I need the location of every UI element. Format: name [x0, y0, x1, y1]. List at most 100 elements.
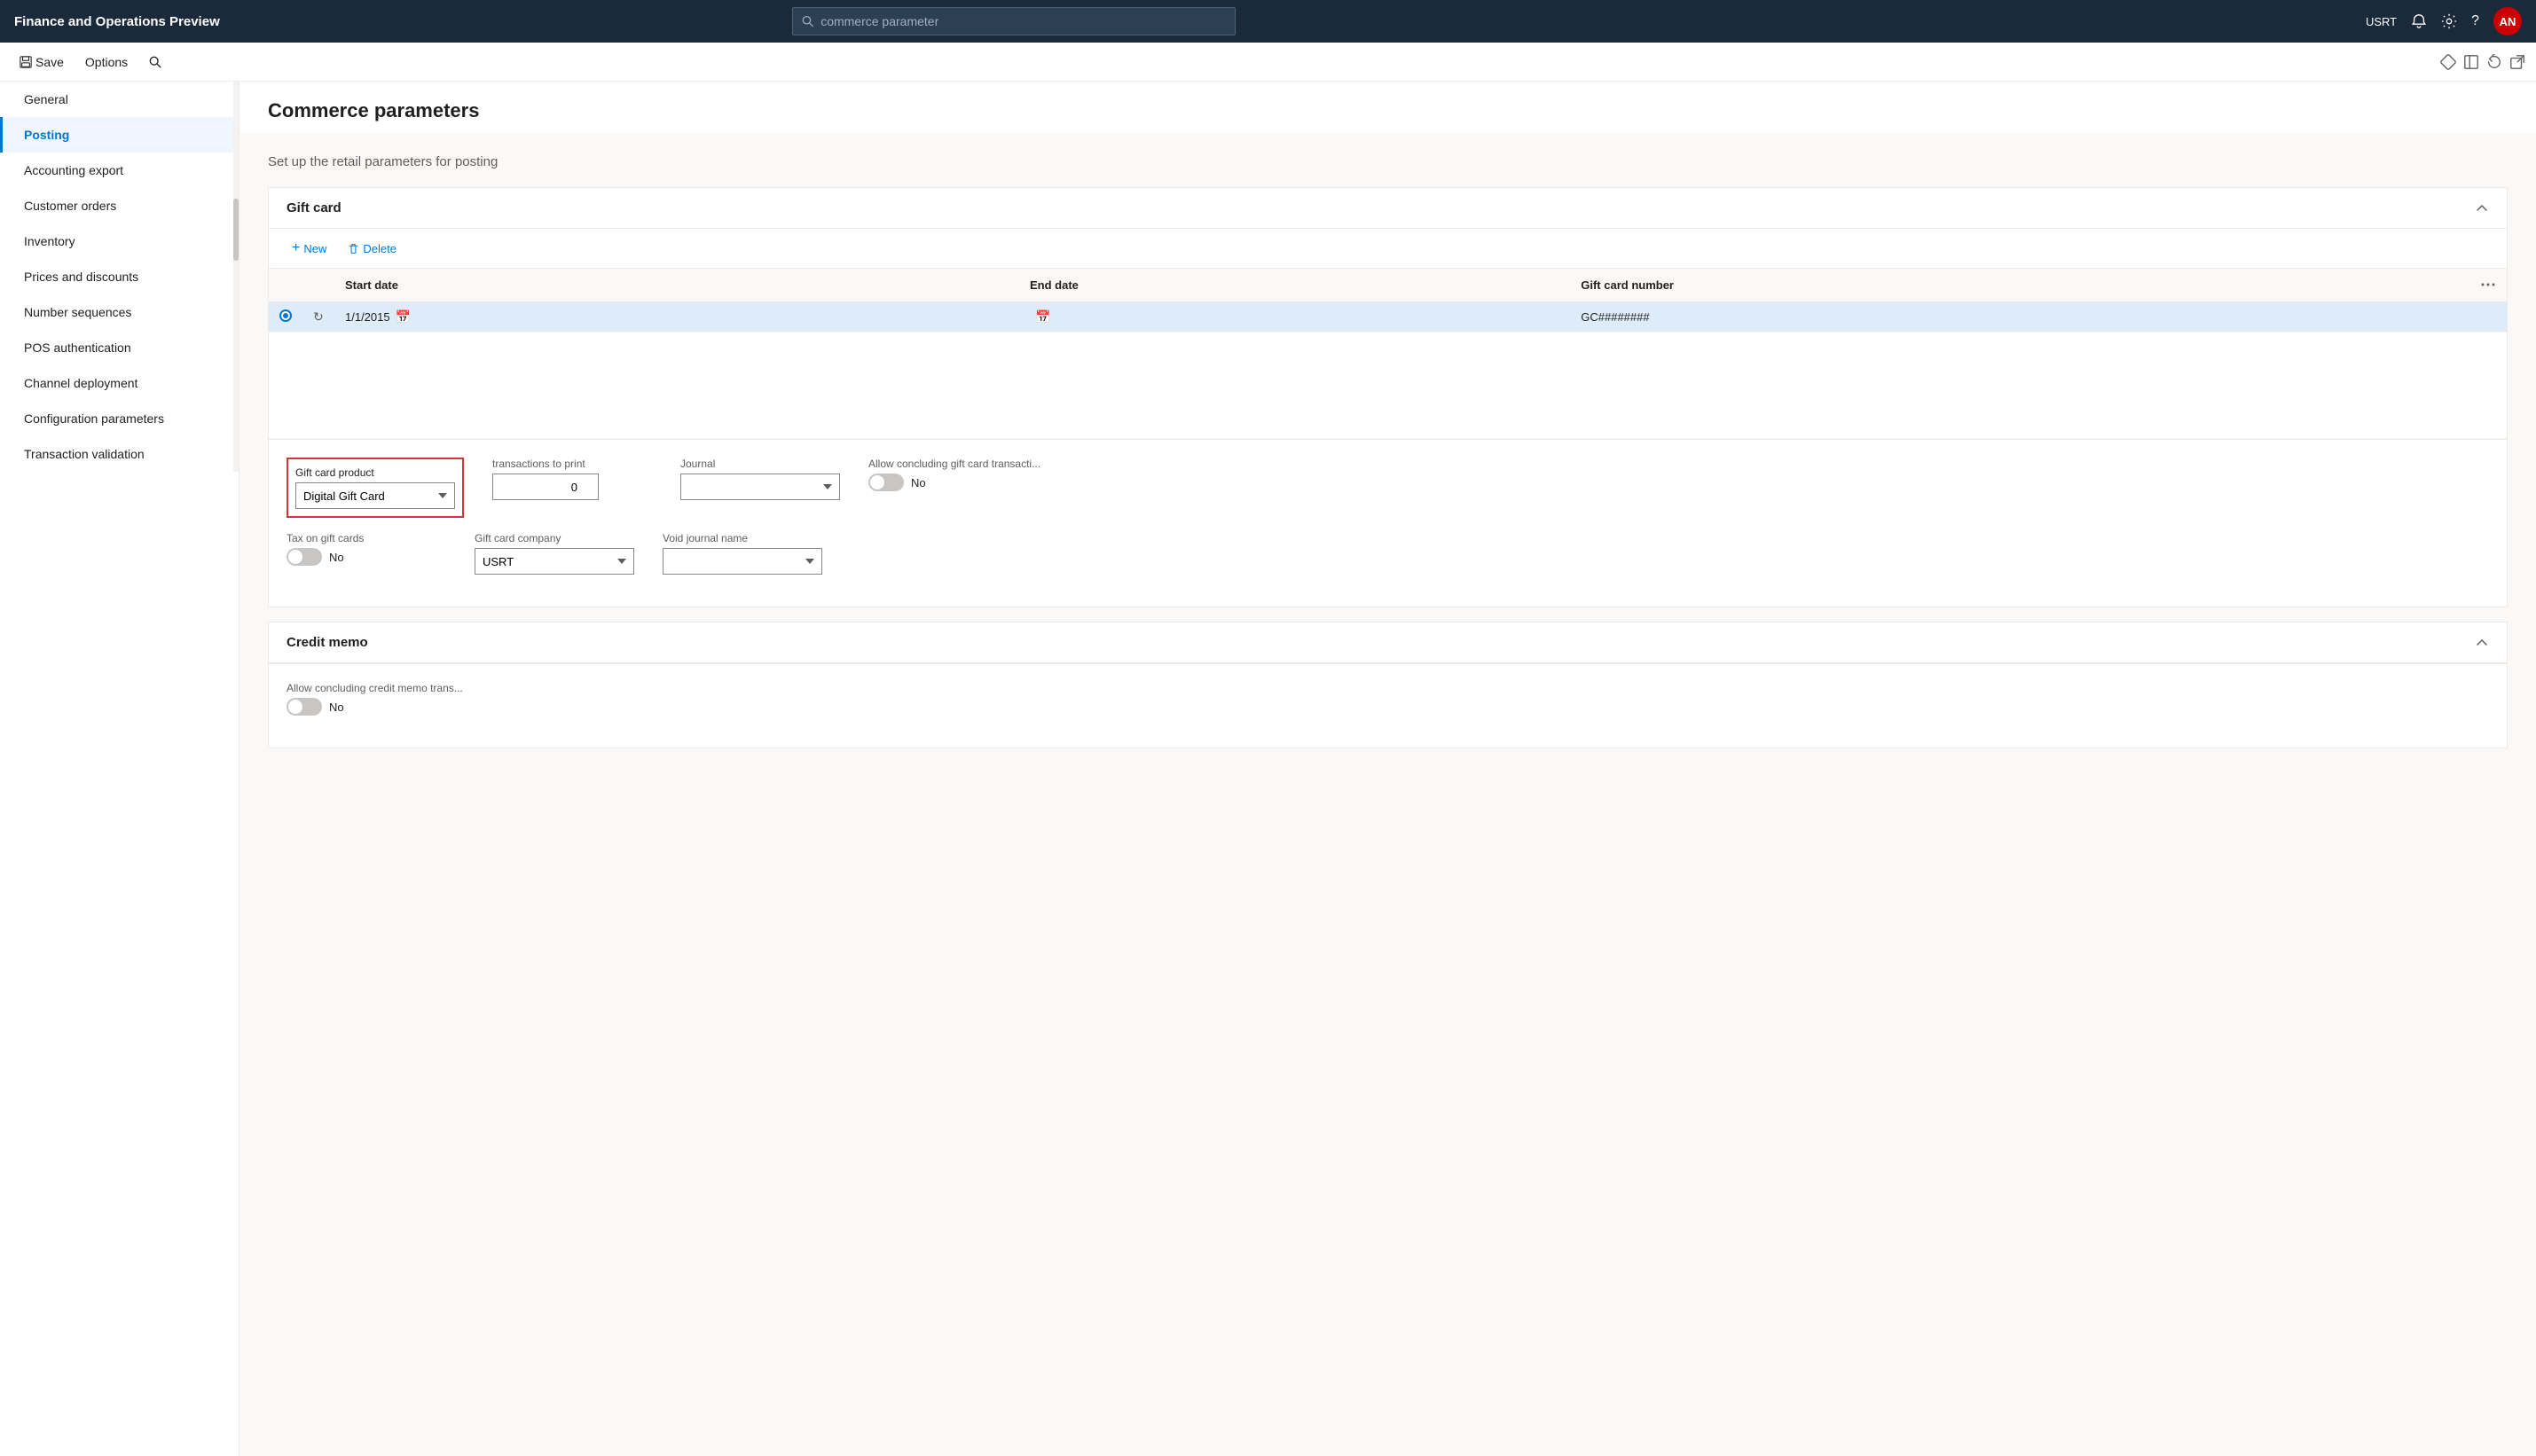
sidebar-item-transaction-validation[interactable]: Transaction validation — [0, 436, 233, 472]
save-button[interactable]: Save — [11, 50, 73, 74]
start-date-cell: 1/1/2015 📅 — [334, 302, 1019, 333]
journal-label: Journal — [680, 458, 840, 470]
row-refresh-cell: ↻ — [302, 302, 334, 333]
gift-card-company-select[interactable]: USRT — [475, 548, 634, 575]
col-start-date: Start date — [334, 269, 1019, 302]
sidebar-item-prices-and-discounts[interactable]: Prices and discounts — [0, 259, 233, 294]
transactions-to-print-group: transactions to print — [492, 458, 652, 518]
gift-card-product-label: Gift card product — [295, 466, 455, 479]
options-button[interactable]: Options — [76, 50, 137, 74]
gift-card-number-cell: GC######## — [1570, 302, 2469, 333]
sidebar-item-configuration-parameters[interactable]: Configuration parameters — [0, 401, 233, 436]
column-more-icon[interactable]: ⋯ — [2480, 276, 2496, 294]
sidebar: General Posting Accounting export Custom… — [0, 82, 239, 1456]
sidebar-scrollbar[interactable] — [233, 82, 239, 472]
gift-card-company-label: Gift card company — [475, 532, 634, 544]
save-icon — [20, 56, 32, 68]
diamond-icon[interactable] — [2440, 54, 2456, 70]
sidebar-item-general[interactable]: General — [0, 82, 233, 117]
sidebar-item-customer-orders[interactable]: Customer orders — [0, 188, 233, 223]
credit-memo-allow-concluding-group: Allow concluding credit memo trans... No — [287, 682, 463, 716]
sidebar-nav: General Posting Accounting export Custom… — [0, 82, 233, 472]
row-radio-cell — [269, 302, 302, 333]
row-refresh-icon[interactable]: ↻ — [313, 309, 324, 324]
col-select — [269, 269, 302, 302]
end-date-cell: 📅 — [1019, 302, 1570, 333]
app-title: Finance and Operations Preview — [14, 14, 220, 29]
transactions-to-print-label: transactions to print — [492, 458, 652, 470]
gift-card-form-row-1: Gift card product Digital Gift Card Phys… — [287, 458, 2489, 518]
sidebar-item-inventory[interactable]: Inventory — [0, 223, 233, 259]
end-date-calendar-icon[interactable]: 📅 — [1035, 309, 1050, 325]
allow-concluding-label: Allow concluding gift card transacti... — [868, 458, 1040, 470]
sidebar-item-channel-deployment[interactable]: Channel deployment — [0, 365, 233, 401]
empty-grid-space — [269, 333, 2507, 439]
collapse-credit-memo-icon[interactable] — [2475, 636, 2489, 650]
search-bar[interactable] — [792, 7, 1236, 35]
pane-icon[interactable] — [2463, 54, 2479, 70]
gift-card-number-value: GC######## — [1581, 310, 1649, 324]
col-gift-card-number: Gift card number — [1570, 269, 2469, 302]
gift-card-product-select[interactable]: Digital Gift Card Physical Gift Card — [295, 482, 455, 509]
tax-toggle-knob — [288, 550, 302, 564]
sidebar-item-accounting-export[interactable]: Accounting export — [0, 153, 233, 188]
sidebar-item-number-sequences[interactable]: Number sequences — [0, 294, 233, 330]
col-refresh — [302, 269, 334, 302]
settings-icon[interactable] — [2441, 13, 2457, 29]
page-title: Commerce parameters — [239, 82, 2536, 133]
options-label: Options — [85, 55, 128, 69]
gift-card-company-group: Gift card company USRT — [475, 532, 634, 575]
gift-card-grid: Start date End date Gift card number ⋯ — [269, 269, 2507, 439]
gift-card-product-group: Gift card product Digital Gift Card Phys… — [287, 458, 464, 518]
tax-toggle[interactable] — [287, 548, 322, 566]
col-more: ⋯ — [2469, 269, 2507, 302]
posting-subtitle: Set up the retail parameters for posting — [268, 154, 2508, 169]
avatar[interactable]: AN — [2493, 7, 2522, 35]
notification-icon[interactable] — [2411, 13, 2427, 29]
row-more-cell — [2469, 302, 2507, 333]
help-icon[interactable]: ? — [2471, 13, 2479, 29]
journal-select[interactable] — [680, 474, 840, 500]
delete-label: Delete — [363, 242, 396, 255]
main-content: Commerce parameters Set up the retail pa… — [239, 82, 2536, 1456]
table-row[interactable]: ↻ 1/1/2015 📅 📅 — [269, 302, 2507, 333]
reload-icon[interactable] — [2486, 54, 2502, 70]
trash-icon — [348, 243, 359, 254]
journal-group: Journal — [680, 458, 840, 518]
allow-concluding-toggle[interactable] — [868, 474, 904, 491]
credit-memo-toggle-label: No — [329, 701, 344, 714]
new-label: New — [303, 242, 326, 255]
user-label: USRT — [2366, 15, 2397, 28]
save-label: Save — [35, 55, 64, 69]
sidebar-item-pos-authentication[interactable]: POS authentication — [0, 330, 233, 365]
delete-button[interactable]: Delete — [339, 238, 405, 260]
credit-memo-allow-concluding-label: Allow concluding credit memo trans... — [287, 682, 463, 694]
collapse-gift-card-icon[interactable] — [2475, 201, 2489, 215]
start-date-calendar-icon[interactable]: 📅 — [396, 309, 411, 325]
search-options-button[interactable] — [140, 51, 170, 74]
row-radio-checked[interactable] — [279, 309, 292, 322]
gift-card-form-row-2: Tax on gift cards No Gift card company — [287, 532, 2489, 575]
credit-memo-title-bar: Credit memo — [269, 622, 2507, 663]
search-input[interactable] — [820, 14, 1226, 28]
nav-icons: USRT ? AN — [2366, 7, 2522, 35]
credit-memo-form: Allow concluding credit memo trans... No — [269, 663, 2507, 748]
allow-concluding-toggle-knob — [870, 475, 884, 489]
new-plus-icon: + — [292, 240, 300, 256]
void-journal-name-select[interactable] — [663, 548, 822, 575]
credit-memo-form-row-1: Allow concluding credit memo trans... No — [287, 682, 2489, 716]
new-button[interactable]: + New — [283, 236, 335, 261]
credit-memo-title: Credit memo — [287, 635, 368, 650]
external-icon[interactable] — [2509, 54, 2525, 70]
credit-memo-toggle-container: No — [287, 698, 463, 716]
page-layout: General Posting Accounting export Custom… — [0, 82, 2536, 1456]
transactions-to-print-input[interactable] — [492, 474, 599, 500]
start-date-value: 1/1/2015 — [345, 310, 390, 324]
void-journal-name-group: Void journal name — [663, 532, 822, 575]
tax-on-gift-cards-label: Tax on gift cards — [287, 532, 446, 544]
void-journal-name-label: Void journal name — [663, 532, 822, 544]
sidebar-item-posting[interactable]: Posting — [0, 117, 233, 153]
credit-memo-section: Credit memo Allow concluding credit memo… — [268, 622, 2508, 748]
credit-memo-toggle[interactable] — [287, 698, 322, 716]
tax-toggle-label: No — [329, 551, 344, 564]
